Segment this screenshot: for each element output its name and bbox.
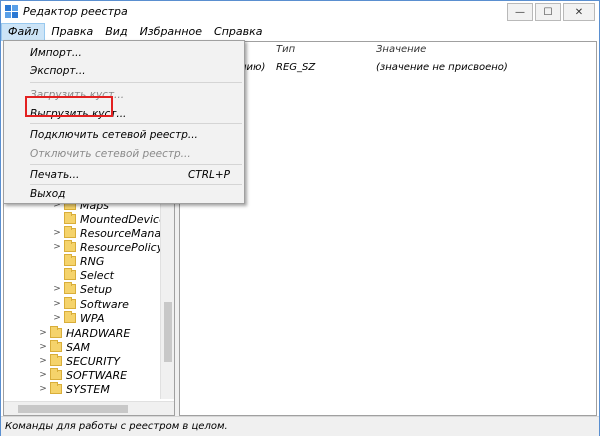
menu-view[interactable]: Вид — [99, 23, 133, 41]
regedit-app-icon — [5, 5, 18, 18]
column-header-value[interactable]: Значение — [376, 44, 426, 55]
window-controls: — ☐ ✕ — [507, 3, 595, 21]
folder-icon — [50, 382, 62, 394]
folder-icon — [50, 326, 62, 338]
expand-chevron-icon[interactable]: > — [38, 384, 48, 394]
folder-icon — [50, 354, 62, 366]
value-type-cell[interactable]: REG_SZ — [276, 62, 315, 73]
window-title: Редактор реестра — [23, 5, 128, 18]
menu-separator — [30, 82, 242, 83]
menu-separator — [30, 123, 242, 124]
highlight-annotation-box — [25, 96, 113, 117]
expand-chevron-icon[interactable]: > — [38, 370, 48, 380]
tree-item[interactable]: > ResourceManager — [52, 226, 174, 240]
menu-item-print[interactable]: Печать... CTRL+P — [4, 165, 244, 185]
folder-icon — [64, 240, 76, 252]
menu-item-disconnect-network-registry: Отключить сетевой реестр... — [30, 148, 191, 160]
tree-item[interactable]: > WPA — [52, 311, 105, 325]
expand-chevron-icon[interactable]: > — [52, 313, 62, 323]
tree-item[interactable]: > Software — [52, 297, 129, 311]
menu-item-print-shortcut: CTRL+P — [187, 169, 230, 181]
tree-item-label: SYSTEM — [66, 382, 110, 396]
menu-file[interactable]: Файл — [1, 23, 46, 41]
menu-edit[interactable]: Правка — [45, 23, 99, 41]
tree-horizontal-scrollbar[interactable] — [4, 401, 174, 415]
registry-editor-window: Редактор реестра — ☐ ✕ Файл Правка Вид И… — [0, 0, 600, 436]
tree-item-label: SOFTWARE — [66, 368, 128, 382]
menu-item-connect-network-registry[interactable]: Подключить сетевой реестр... — [4, 125, 244, 145]
menu-bar: Файл Правка Вид Избранное Справка — [1, 23, 599, 41]
tree-item-label: HARDWARE — [66, 326, 131, 340]
tree-horizontal-scroll-thumb[interactable] — [18, 405, 128, 413]
menu-item-import[interactable]: Импорт... — [4, 43, 244, 63]
tree-item[interactable]: > Setup — [52, 282, 112, 296]
menu-item-export[interactable]: Экспорт... — [4, 61, 244, 81]
tree-item-label: MountedDevices — [80, 212, 172, 226]
tree-item[interactable]: > SECURITY — [38, 354, 120, 368]
folder-icon — [64, 297, 76, 309]
folder-icon — [50, 340, 62, 352]
maximize-button[interactable]: ☐ — [535, 3, 561, 21]
folder-icon — [64, 268, 76, 280]
menu-favorites[interactable]: Избранное — [134, 23, 208, 41]
folder-icon — [64, 226, 76, 238]
column-header-type[interactable]: Тип — [276, 44, 295, 55]
title-bar: Редактор реестра — ☐ ✕ — [1, 1, 599, 23]
close-button[interactable]: ✕ — [563, 3, 595, 21]
expand-chevron-icon[interactable]: > — [52, 299, 62, 309]
expand-chevron-icon[interactable]: > — [52, 284, 62, 294]
tree-item-label: Select — [80, 268, 114, 282]
expand-chevron-icon[interactable]: > — [38, 356, 48, 366]
tree-item-label: SECURITY — [66, 354, 120, 368]
menu-help[interactable]: Справка — [208, 23, 268, 41]
tree-item[interactable]: > SOFTWARE — [38, 368, 127, 382]
expand-chevron-icon[interactable]: > — [52, 242, 62, 252]
menu-item-exit[interactable]: Выход — [4, 184, 244, 204]
minimize-button[interactable]: — — [507, 3, 533, 21]
tree-item[interactable]: > SYSTEM — [38, 382, 110, 396]
tree-item-label: Setup — [80, 282, 113, 296]
folder-icon — [50, 368, 62, 380]
tree-item[interactable]: MountedDevices — [52, 212, 172, 226]
tree-vertical-scroll-thumb[interactable] — [164, 302, 172, 362]
tree-item[interactable]: Select — [52, 268, 114, 282]
tree-item[interactable]: > ResourcePolicyStor — [52, 240, 174, 254]
tree-item-label: RNG — [80, 254, 105, 268]
folder-icon — [64, 282, 76, 294]
expand-chevron-icon[interactable]: > — [52, 228, 62, 238]
tree-item[interactable]: > HARDWARE — [38, 326, 130, 340]
tree-item[interactable]: > SAM — [38, 340, 90, 354]
file-dropdown-menu: Импорт... Экспорт... Загрузить куст... В… — [3, 40, 245, 204]
tree-item-label: WPA — [80, 311, 105, 325]
folder-icon — [64, 311, 76, 323]
folder-icon — [64, 212, 76, 224]
expand-chevron-icon[interactable]: > — [38, 342, 48, 352]
tree-item-label: Software — [80, 297, 129, 311]
tree-item[interactable]: RNG — [52, 254, 104, 268]
status-bar: Команды для работы с реестром в целом. — [1, 416, 599, 436]
menu-item-print-label: Печать... — [30, 169, 80, 181]
folder-icon — [64, 254, 76, 266]
tree-item-label: SAM — [66, 340, 90, 354]
value-data-cell[interactable]: (значение не присвоено) — [376, 62, 508, 73]
expand-chevron-icon[interactable]: > — [38, 328, 48, 338]
